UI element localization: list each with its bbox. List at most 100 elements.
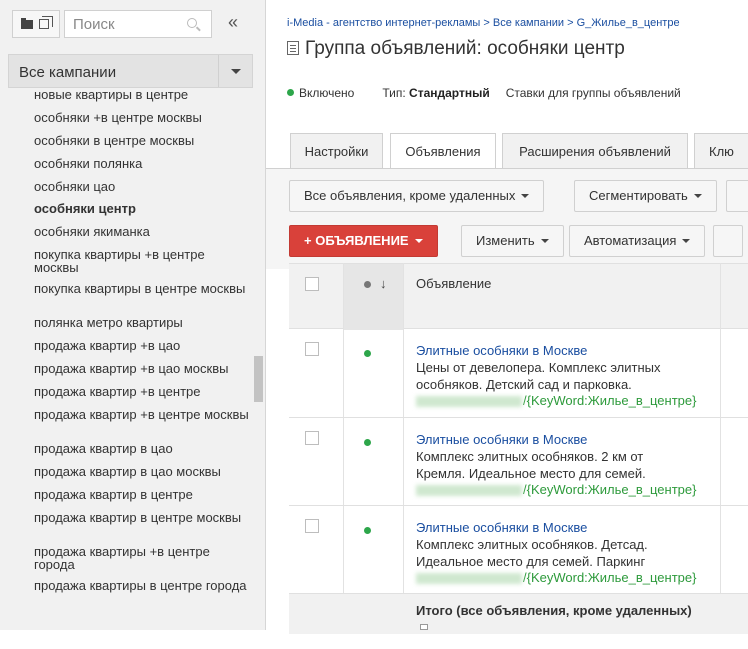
sidebar-scrollbar[interactable] bbox=[254, 356, 263, 402]
tab-settings[interactable]: Настройки bbox=[290, 133, 383, 168]
keyword-item[interactable]: продажа квартиры +в центре города bbox=[34, 545, 250, 571]
status-dot[interactable] bbox=[364, 527, 371, 534]
ad-headline[interactable]: Элитные особняки в Москве bbox=[416, 520, 587, 535]
type-prefix: Тип: bbox=[382, 86, 406, 100]
column-header-ad[interactable]: Объявление bbox=[416, 276, 491, 291]
redacted-domain bbox=[416, 573, 522, 585]
caret-down-icon bbox=[693, 194, 702, 198]
sort-arrow-icon[interactable]: ↓ bbox=[380, 276, 387, 291]
new-ad-button[interactable]: + ОБЪЯВЛЕНИЕ bbox=[289, 225, 438, 257]
bids-text: Ставки для группы объявлений bbox=[505, 86, 681, 100]
row-checkbox[interactable] bbox=[305, 342, 319, 356]
keyword-item[interactable]: особняки +в центре москвы bbox=[34, 111, 250, 124]
keyword-item[interactable]: особняки цао bbox=[34, 180, 250, 193]
status-label[interactable]: Включено bbox=[299, 86, 354, 100]
document-icon bbox=[287, 41, 299, 55]
select-all-checkbox[interactable] bbox=[305, 277, 319, 291]
ad-description-2: Кремля. Идеальное место для семей. bbox=[416, 466, 646, 481]
filter-dropdown[interactable]: Все объявления, кроме удаленных bbox=[289, 180, 545, 212]
collapse-sidebar-button[interactable]: « bbox=[222, 10, 244, 36]
status-dot[interactable] bbox=[364, 350, 371, 357]
keyword-item[interactable]: особняки полянка bbox=[34, 157, 250, 170]
search-box[interactable] bbox=[64, 10, 212, 38]
redacted-domain bbox=[416, 396, 522, 408]
ad-description-1: Цены от девелопера. Комплекс элитных bbox=[416, 360, 661, 375]
keyword-item[interactable]: покупка квартиры +в центре москвы bbox=[34, 248, 250, 274]
ad-url-suffix: /{KeyWord:Жилье_в_центре} bbox=[523, 393, 697, 408]
automate-dropdown-label: Автоматизация bbox=[584, 233, 677, 248]
chevron-down-icon[interactable] bbox=[218, 55, 252, 87]
ad-display-url: /{KeyWord:Жилье_в_центре} bbox=[416, 393, 696, 408]
total-row: Итого (все объявления, кроме удаленных) bbox=[289, 594, 748, 634]
ad-description-1: Комплекс элитных особняков. 2 км от bbox=[416, 449, 644, 464]
keyword-item[interactable]: покупка квартиры в центре москвы bbox=[34, 282, 250, 295]
folder-icon[interactable] bbox=[21, 18, 33, 29]
table-row: Элитные особняки в Москве Комплекс элитн… bbox=[289, 506, 748, 594]
view-toggle[interactable] bbox=[12, 10, 60, 38]
keyword-item[interactable]: продажа квартир в цао bbox=[34, 442, 250, 455]
page-title: Группа объявлений: особняки центр bbox=[287, 38, 625, 60]
caret-down-icon bbox=[540, 239, 549, 243]
total-expand-icon[interactable] bbox=[420, 624, 428, 630]
ad-url-suffix: /{KeyWord:Жилье_в_центре} bbox=[523, 482, 697, 497]
table-row: Элитные особняки в Москве Комплекс элитн… bbox=[289, 418, 748, 506]
campaign-selector-label: Все кампании bbox=[19, 64, 117, 81]
main-panel: i-Media - агентство интернет-рекламы > В… bbox=[266, 0, 748, 649]
caret-down-icon bbox=[414, 239, 423, 243]
page-title-text: Группа объявлений: особняки центр bbox=[305, 38, 625, 59]
automate-dropdown[interactable]: Автоматизация bbox=[569, 225, 706, 257]
edit-dropdown-label: Изменить bbox=[476, 233, 535, 248]
keyword-item[interactable]: продажа квартир в центре москвы bbox=[34, 511, 250, 524]
edit-dropdown[interactable]: Изменить bbox=[461, 225, 564, 257]
keyword-item[interactable]: продажа квартир +в цао москвы bbox=[34, 362, 250, 375]
ad-description-2: Идеальное место для семей. Паркинг bbox=[416, 554, 646, 569]
ad-headline[interactable]: Элитные особняки в Москве bbox=[416, 343, 587, 358]
ad-description-2: особняков. Детский сад и парковка. bbox=[416, 377, 632, 392]
ad-display-url: /{KeyWord:Жилье_в_центре} bbox=[416, 482, 696, 497]
caret-down-icon bbox=[521, 194, 530, 198]
keyword-item[interactable]: полянка метро квартиры bbox=[34, 316, 250, 329]
keyword-item[interactable]: продажа квартир +в центре bbox=[34, 385, 250, 398]
more-toolbar-button[interactable] bbox=[713, 225, 743, 257]
table-header: ↓ Объявление bbox=[289, 263, 748, 330]
tab-keywords[interactable]: Клю bbox=[694, 133, 748, 168]
status-dot bbox=[287, 89, 294, 96]
keyword-item[interactable]: особняки центр bbox=[34, 202, 250, 215]
more-button[interactable] bbox=[726, 180, 748, 212]
breadcrumb[interactable]: i-Media - агентство интернет-рекламы > В… bbox=[287, 17, 680, 29]
row-checkbox[interactable] bbox=[305, 431, 319, 445]
caret-down-icon bbox=[682, 239, 691, 243]
type-value[interactable]: Стандартный bbox=[409, 86, 490, 100]
search-input[interactable] bbox=[73, 15, 183, 33]
toolbar: Все объявления, кроме удаленных Сегменти… bbox=[266, 169, 748, 269]
keyword-item[interactable]: особняки в центре москвы bbox=[34, 134, 250, 147]
status-sort-column[interactable] bbox=[343, 264, 403, 330]
segment-dropdown-label: Сегментировать bbox=[589, 188, 688, 203]
copy-icon[interactable] bbox=[39, 16, 53, 29]
redacted-domain bbox=[416, 485, 522, 497]
ad-url-suffix: /{KeyWord:Жилье_в_центре} bbox=[523, 570, 697, 585]
segment-dropdown[interactable]: Сегментировать bbox=[574, 180, 717, 212]
sidebar-top: « bbox=[0, 0, 265, 46]
search-icon[interactable] bbox=[187, 18, 197, 28]
ad-description-1: Комплекс элитных особняков. Детсад. bbox=[416, 537, 648, 552]
ad-display-url: /{KeyWord:Жилье_в_центре} bbox=[416, 570, 696, 585]
keyword-item[interactable]: продажа квартиры в центре города bbox=[34, 579, 250, 592]
filter-dropdown-label: Все объявления, кроме удаленных bbox=[304, 188, 516, 203]
tab-ad-extensions[interactable]: Расширения объявлений bbox=[502, 133, 688, 168]
total-label: Итого (все объявления, кроме удаленных) bbox=[416, 603, 692, 618]
ad-headline[interactable]: Элитные особняки в Москве bbox=[416, 432, 587, 447]
keyword-item[interactable]: продажа квартир +в центре москвы bbox=[34, 408, 250, 421]
table-row: Элитные особняки в Москве Цены от девело… bbox=[289, 329, 748, 418]
keyword-item[interactable]: новые квартиры в центре bbox=[34, 88, 250, 101]
status-dot[interactable] bbox=[364, 439, 371, 446]
tab-ads[interactable]: Объявления bbox=[390, 133, 496, 170]
row-checkbox[interactable] bbox=[305, 519, 319, 533]
ads-table: ↓ Объявление Элитные особняки в Москве Ц… bbox=[289, 263, 748, 634]
campaign-selector[interactable]: Все кампании bbox=[8, 54, 253, 88]
keyword-item[interactable]: продажа квартир +в цао bbox=[34, 339, 250, 352]
keyword-item[interactable]: продажа квартир в центре bbox=[34, 488, 250, 501]
keyword-item[interactable]: особняки якиманка bbox=[34, 225, 250, 238]
sidebar: « Все кампании новые квартиры в центре ос… bbox=[0, 0, 266, 630]
keyword-item[interactable]: продажа квартир в цао москвы bbox=[34, 465, 250, 478]
